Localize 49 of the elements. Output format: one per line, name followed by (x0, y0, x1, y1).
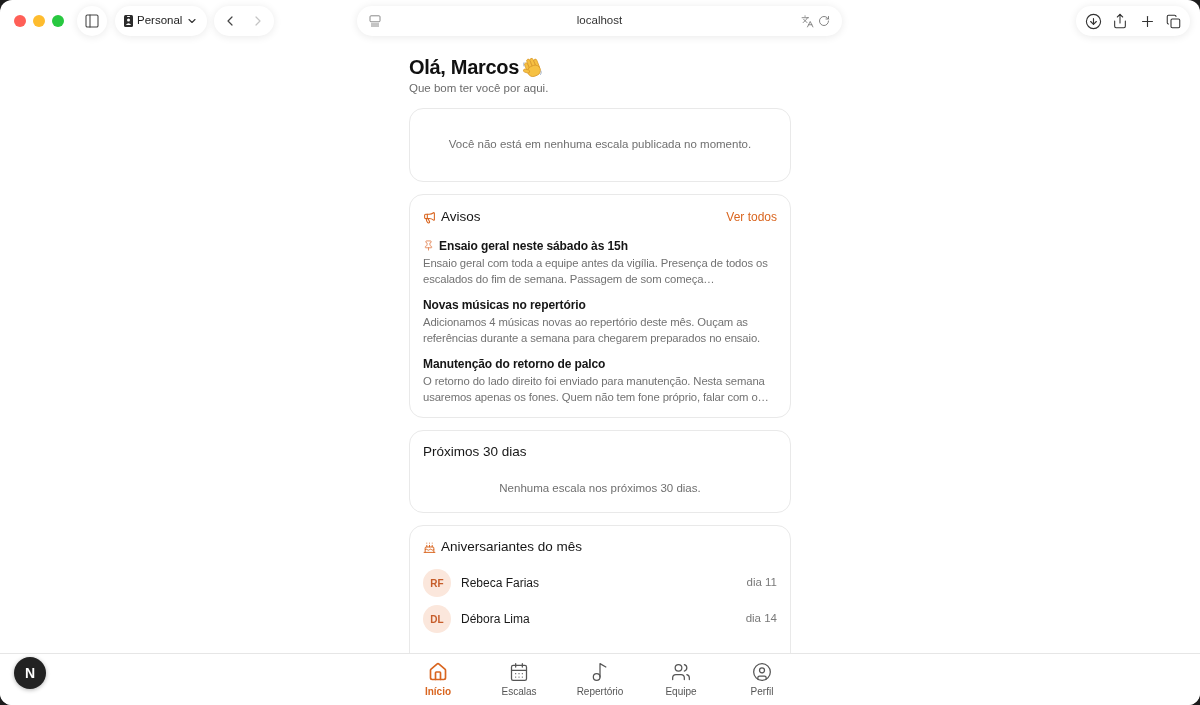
nav-tab[interactable]: Equipe (640, 654, 722, 705)
greeting-subtitle: Que bom ter você por aqui. (409, 81, 550, 96)
sidebar-icon (84, 13, 100, 29)
initials-avatar: RF (423, 569, 451, 597)
download-button[interactable] (1085, 12, 1103, 30)
user-circle-icon (752, 662, 772, 682)
tabs-icon (1165, 13, 1181, 29)
badge-icon (124, 15, 133, 27)
megaphone-icon (423, 210, 436, 224)
notice-text: Adicionamos 4 músicas novas ao repertório deste mês. Ouçam as referências durante a semana para chegarem preparados no ensaio. (423, 315, 762, 346)
translate-icon[interactable] (801, 14, 814, 28)
greeting-title: Olá, Marcos (409, 55, 520, 79)
nav-tab[interactable]: Escalas (478, 654, 560, 705)
page-menu-icon[interactable] (369, 15, 381, 27)
birthday-date: dia 11 (746, 575, 777, 591)
notice-text: Ensaio geral com toda a equipe antes da vigília. Presença de todos os escalados do fim de semana. Passagem de som começa… (423, 256, 769, 287)
address-field[interactable]: localhost (357, 6, 842, 36)
notice-title[interactable]: Manutenção do retorno de palco (423, 354, 606, 373)
profile-button[interactable]: Personal (115, 6, 208, 36)
home-icon (428, 662, 448, 682)
notice-title[interactable]: Novas músicas no repertório (423, 295, 586, 314)
see-all-link[interactable]: Ver todos (726, 208, 777, 226)
waving-hand-icon (522, 56, 545, 78)
window-minimize-button[interactable] (33, 15, 45, 27)
download-icon (1085, 12, 1103, 30)
tabs-overview-button[interactable] (1165, 13, 1181, 29)
share-icon (1112, 13, 1129, 29)
calendar-icon (509, 662, 529, 682)
notice-title[interactable]: Ensaio geral neste sábado às 15h (439, 236, 628, 255)
people-icon (671, 662, 691, 682)
nav-tab[interactable]: Repertório (559, 654, 641, 705)
sidebar-toggle-button[interactable] (77, 6, 107, 36)
window-zoom-button[interactable] (52, 15, 64, 27)
window-close-button[interactable] (14, 15, 26, 27)
upcoming-title: Próximos 30 dias (423, 443, 528, 461)
birthday-date: dia 14 (745, 611, 777, 627)
birthdays-title: Aniversariantes do mês (441, 537, 583, 556)
member-name: Débora Lima (461, 611, 530, 628)
nav-tab[interactable]: Início (397, 654, 479, 705)
share-button[interactable] (1112, 13, 1129, 29)
notice-text: O retorno do lado direito foi enviado para manutenção. Nesta semana usaremos apenas os fones. Quem não tem fone próprio, falar com o… (423, 374, 770, 405)
initials-avatar: DL (423, 605, 451, 633)
reload-icon[interactable] (818, 15, 830, 27)
cake-icon (423, 540, 436, 554)
member-name: Rebeca Farias (461, 575, 540, 592)
notices-title: Avisos (441, 207, 481, 226)
nav-tab[interactable]: Perfil (721, 654, 803, 705)
empty-upcoming-message: Nenhuma escala nos próximos 30 dias. (498, 481, 702, 496)
empty-schedule-message: Você não está em nenhuma escala publicada no momento. (448, 137, 752, 153)
